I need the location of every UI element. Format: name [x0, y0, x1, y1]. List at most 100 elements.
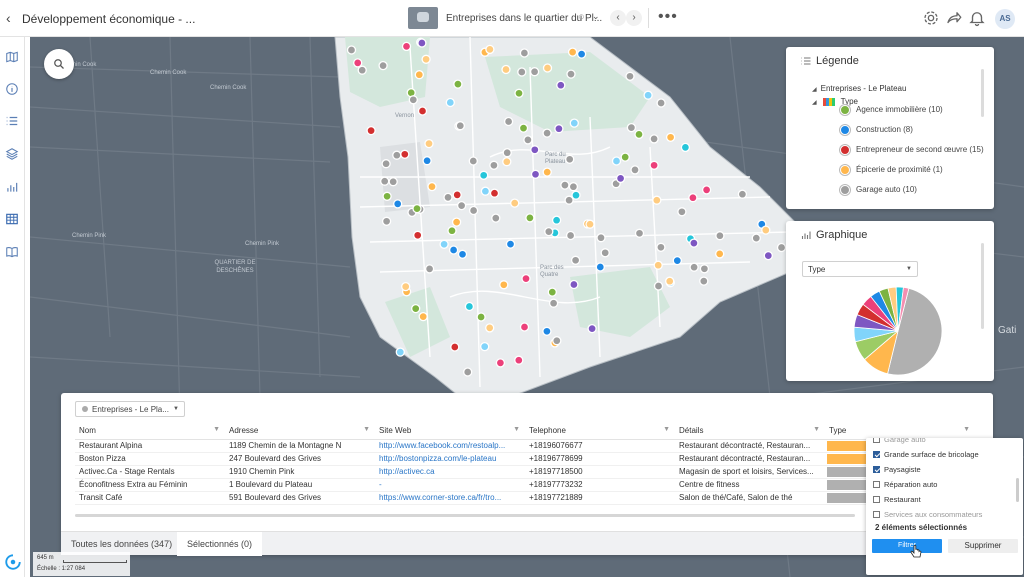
map-marker[interactable] [448, 245, 459, 255]
map-marker[interactable] [455, 121, 465, 131]
legend-item[interactable]: Agence immobilière (10) [840, 104, 943, 116]
map-marker[interactable] [366, 125, 376, 136]
delete-button[interactable]: Supprimer [948, 539, 1018, 553]
column-header-details[interactable]: Détails ▼ [675, 423, 825, 440]
app-title[interactable]: Développement économique - ... [22, 12, 195, 26]
map-icon[interactable] [5, 50, 19, 64]
map-marker[interactable] [689, 238, 699, 248]
map-marker[interactable] [551, 215, 562, 225]
map-marker[interactable] [401, 41, 412, 52]
map-marker[interactable] [357, 65, 367, 75]
map-marker[interactable] [476, 312, 486, 322]
map-marker[interactable] [751, 233, 761, 243]
map-marker[interactable] [529, 67, 540, 77]
map-marker[interactable] [652, 195, 662, 205]
map-marker[interactable] [523, 135, 533, 145]
map-marker[interactable] [424, 138, 434, 149]
map-marker[interactable] [566, 69, 576, 79]
map-marker[interactable] [517, 67, 527, 77]
map-marker[interactable] [479, 170, 489, 180]
map-marker[interactable] [453, 79, 463, 89]
map-marker[interactable] [571, 190, 581, 200]
map-marker[interactable] [569, 279, 579, 290]
layers-icon[interactable] [5, 147, 19, 161]
map-marker[interactable] [542, 167, 552, 177]
map-marker[interactable] [413, 230, 423, 240]
map-marker[interactable] [468, 205, 479, 216]
map-marker[interactable] [424, 264, 435, 274]
map-search-button[interactable] [44, 49, 74, 79]
map-marker[interactable] [568, 182, 579, 192]
map-marker[interactable] [564, 195, 574, 205]
table-icon[interactable] [5, 212, 19, 226]
map-marker[interactable] [418, 311, 428, 322]
map-marker[interactable] [445, 97, 455, 108]
chevron-down-icon[interactable]: ⌄ [592, 11, 600, 22]
map-marker[interactable] [514, 88, 524, 98]
map-marker[interactable] [457, 249, 468, 259]
map-marker[interactable] [346, 45, 357, 55]
column-header-nom[interactable]: Nom ▼ [75, 423, 225, 440]
map-marker[interactable] [643, 90, 653, 100]
map-marker[interactable] [421, 54, 431, 64]
map-marker[interactable] [464, 301, 475, 312]
map-marker[interactable] [656, 98, 666, 108]
more-options-button[interactable]: ••• [658, 8, 678, 26]
map-marker[interactable] [665, 276, 675, 286]
share-icon[interactable] [945, 9, 963, 27]
map-marker[interactable] [634, 129, 644, 140]
map-marker[interactable] [378, 60, 388, 71]
map-marker[interactable] [634, 228, 645, 238]
map-marker[interactable] [542, 128, 552, 138]
legend-scrollbar[interactable] [981, 69, 984, 117]
filter-icon[interactable]: ▼ [213, 426, 220, 433]
map-marker[interactable] [489, 188, 500, 198]
table-row[interactable]: Activec.Ca - Stage Rentals 1910 Chemin Pi… [75, 465, 975, 479]
filter-option[interactable]: Restaurant [873, 495, 921, 505]
user-avatar[interactable]: AS [995, 9, 1015, 29]
table-cell-site[interactable]: http://activec.ca [375, 465, 525, 479]
map-marker[interactable] [544, 226, 554, 237]
map-marker[interactable] [505, 239, 516, 249]
map-marker[interactable] [521, 273, 531, 284]
filter-scrollbar[interactable] [1016, 478, 1019, 502]
map-marker[interactable] [381, 159, 391, 169]
map-marker[interactable] [653, 260, 663, 270]
map-marker[interactable] [576, 49, 587, 59]
table-cell-site[interactable]: https://www.corner-store.ca/fr/tro... [375, 491, 525, 505]
map-marker[interactable] [422, 156, 432, 166]
column-header-telephone[interactable]: Telephone ▼ [525, 423, 675, 440]
list-icon[interactable] [5, 114, 19, 128]
checkbox[interactable] [873, 465, 880, 473]
filter-icon[interactable]: ▼ [663, 426, 670, 433]
graph-scrollbar[interactable] [981, 243, 984, 329]
map-marker[interactable] [565, 230, 576, 241]
map-marker[interactable] [737, 189, 748, 199]
map-marker[interactable] [630, 165, 640, 175]
map-marker[interactable] [411, 303, 421, 314]
map-marker[interactable] [468, 156, 478, 166]
previous-map-button[interactable]: ‹ [610, 10, 626, 26]
map-marker[interactable] [480, 186, 491, 196]
map-thumbnail[interactable] [408, 7, 438, 29]
map-marker[interactable] [665, 132, 676, 142]
map-marker[interactable] [552, 336, 562, 346]
map-marker[interactable] [761, 225, 771, 235]
filter-option[interactable]: Services aux consommateurs [873, 510, 982, 520]
map-marker[interactable] [542, 326, 552, 336]
table-layer-select[interactable]: Entreprises - Le Pla... ▼ [75, 401, 185, 417]
map-marker[interactable] [625, 71, 635, 81]
map-marker[interactable] [443, 192, 453, 203]
map-marker[interactable] [672, 255, 682, 266]
map-marker[interactable] [611, 156, 622, 166]
map-marker[interactable] [491, 213, 501, 223]
map-marker[interactable] [401, 281, 411, 292]
map-marker[interactable] [519, 322, 530, 332]
map-marker[interactable] [381, 216, 392, 226]
filter-option[interactable]: Garage auto [873, 438, 926, 445]
legend-item[interactable]: Garage auto (10) [840, 184, 917, 196]
map-marker[interactable] [447, 226, 457, 236]
table-row[interactable]: Éconofitness Extra au Féminin 1 Boulevard… [75, 478, 975, 492]
map-marker[interactable] [596, 233, 606, 243]
pie-chart[interactable] [826, 281, 956, 377]
